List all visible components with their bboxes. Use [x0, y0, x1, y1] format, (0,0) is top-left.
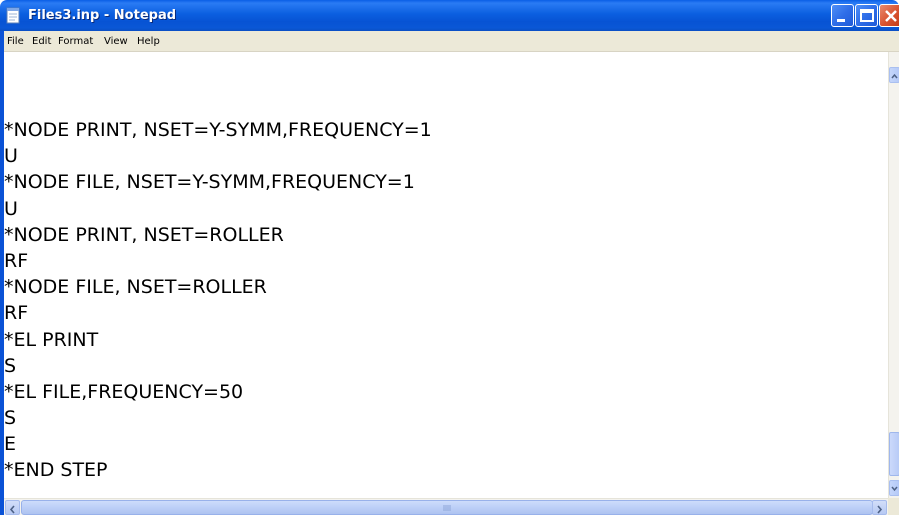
horizontal-scrollbar[interactable]	[4, 498, 888, 515]
menu-help[interactable]: Help	[137, 34, 160, 49]
editor-line: *NODE FILE, NSET=ROLLER	[4, 276, 267, 299]
editor-line: *NODE PRINT, NSET=ROLLER	[4, 223, 284, 246]
arrow-down-icon	[891, 486, 898, 492]
menu-edit[interactable]: Edit	[32, 34, 51, 49]
editor-line: S	[4, 354, 17, 377]
arrow-left-icon	[9, 505, 15, 514]
vertical-scroll-thumb[interactable]	[889, 432, 899, 476]
maximize-icon	[860, 9, 874, 22]
scroll-grip-icon	[443, 505, 451, 511]
menu-format[interactable]: Format	[58, 34, 93, 49]
arrow-up-icon	[891, 73, 898, 79]
notepad-icon[interactable]	[5, 7, 21, 24]
scroll-down-button[interactable]	[889, 480, 899, 496]
arrow-right-icon	[877, 505, 883, 514]
scroll-up-button[interactable]	[889, 67, 899, 83]
vertical-scrollbar[interactable]	[888, 52, 899, 498]
editor-line: *EL PRINT	[4, 328, 99, 351]
editor-line: U	[4, 197, 18, 220]
close-button[interactable]	[879, 4, 899, 27]
editor-line: RF	[4, 249, 29, 272]
scrollbar-corner	[888, 498, 899, 515]
minimize-button[interactable]	[831, 4, 854, 27]
title-bar[interactable]: Files3.inp - Notepad	[0, 0, 899, 31]
editor-line: S	[4, 407, 17, 430]
text-editor[interactable]: *NODE PRINT, NSET=Y-SYMM,FREQUENCY=1 U *…	[4, 52, 888, 498]
editor-line: *NODE FILE, NSET=Y-SYMM,FREQUENCY=1	[4, 171, 415, 194]
close-icon	[885, 10, 897, 22]
menu-bar: File Edit Format View Help	[0, 31, 899, 52]
menu-view[interactable]: View	[104, 34, 128, 49]
editor-line: *END STEP	[4, 459, 108, 482]
editor-line: *NODE PRINT, NSET=Y-SYMM,FREQUENCY=1	[4, 119, 432, 141]
maximize-button[interactable]	[855, 4, 878, 27]
menu-file[interactable]: File	[7, 34, 24, 49]
scroll-left-button[interactable]	[5, 500, 20, 515]
editor-line: U	[4, 145, 18, 168]
editor-lines: *NODE PRINT, NSET=Y-SYMM,FREQUENCY=1 U *…	[4, 117, 432, 484]
scroll-right-button[interactable]	[872, 500, 887, 515]
minimize-icon	[837, 19, 845, 22]
editor-line: RF	[4, 302, 29, 325]
window-title: Files3.inp - Notepad	[28, 8, 177, 23]
horizontal-scroll-thumb[interactable]	[21, 500, 873, 515]
editor-line: *EL FILE,FREQUENCY=50	[4, 380, 244, 403]
editor-line: E	[4, 433, 17, 456]
